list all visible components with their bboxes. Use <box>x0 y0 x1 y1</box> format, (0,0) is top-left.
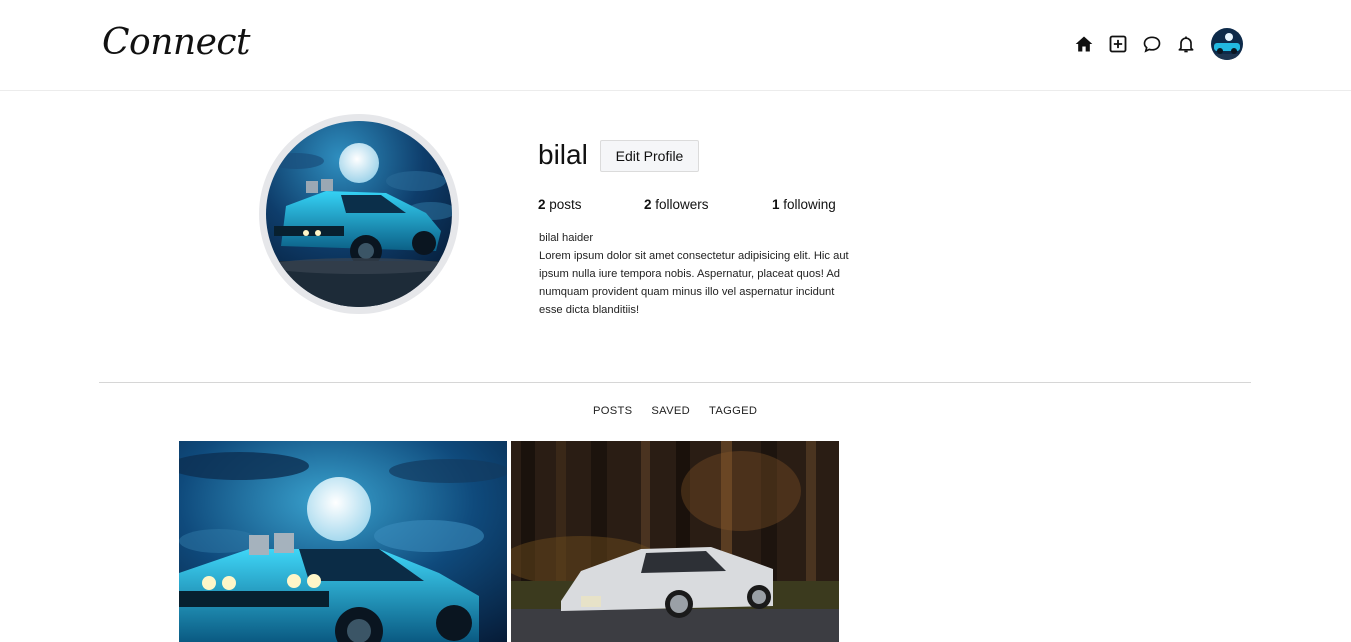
profile-full-name: bilal haider <box>539 232 594 244</box>
following-label: following <box>783 197 836 212</box>
user-avatar[interactable] <box>1211 28 1243 60</box>
notifications-icon[interactable] <box>1175 33 1197 55</box>
profile-picture-image <box>266 121 452 307</box>
tab-tagged[interactable]: TAGGED <box>709 405 757 417</box>
following-stat[interactable]: 1 following <box>772 197 836 212</box>
profile-bio-text: Lorem ipsum dolor sit amet consectetur a… <box>539 250 849 316</box>
app-logo[interactable]: Connect <box>102 22 251 63</box>
home-icon[interactable] <box>1073 33 1095 55</box>
tab-posts[interactable]: POSTS <box>593 405 632 417</box>
posts-label: posts <box>549 197 582 212</box>
posts-grid <box>179 441 843 642</box>
following-count: 1 <box>772 197 780 212</box>
followers-label: followers <box>655 197 709 212</box>
followers-count: 2 <box>644 197 652 212</box>
section-divider <box>99 382 1251 383</box>
profile-bio: bilal haider Lorem ipsum dolor sit amet … <box>539 229 849 319</box>
post-thumbnail[interactable] <box>179 441 507 642</box>
posts-count: 2 <box>538 197 546 212</box>
tab-saved[interactable]: SAVED <box>651 405 690 417</box>
edit-profile-button[interactable]: Edit Profile <box>600 140 699 172</box>
nav-icons <box>1073 27 1243 61</box>
messages-icon[interactable] <box>1141 33 1163 55</box>
post-thumbnail[interactable] <box>511 441 839 642</box>
profile-picture[interactable] <box>259 114 459 314</box>
posts-stat[interactable]: 2 posts <box>538 197 582 212</box>
profile-username: bilal <box>538 139 588 170</box>
top-navigation-bar: Connect <box>0 0 1351 91</box>
add-post-icon[interactable] <box>1107 33 1129 55</box>
profile-tabs: POSTS SAVED TAGGED <box>593 405 776 417</box>
followers-stat[interactable]: 2 followers <box>644 197 709 212</box>
